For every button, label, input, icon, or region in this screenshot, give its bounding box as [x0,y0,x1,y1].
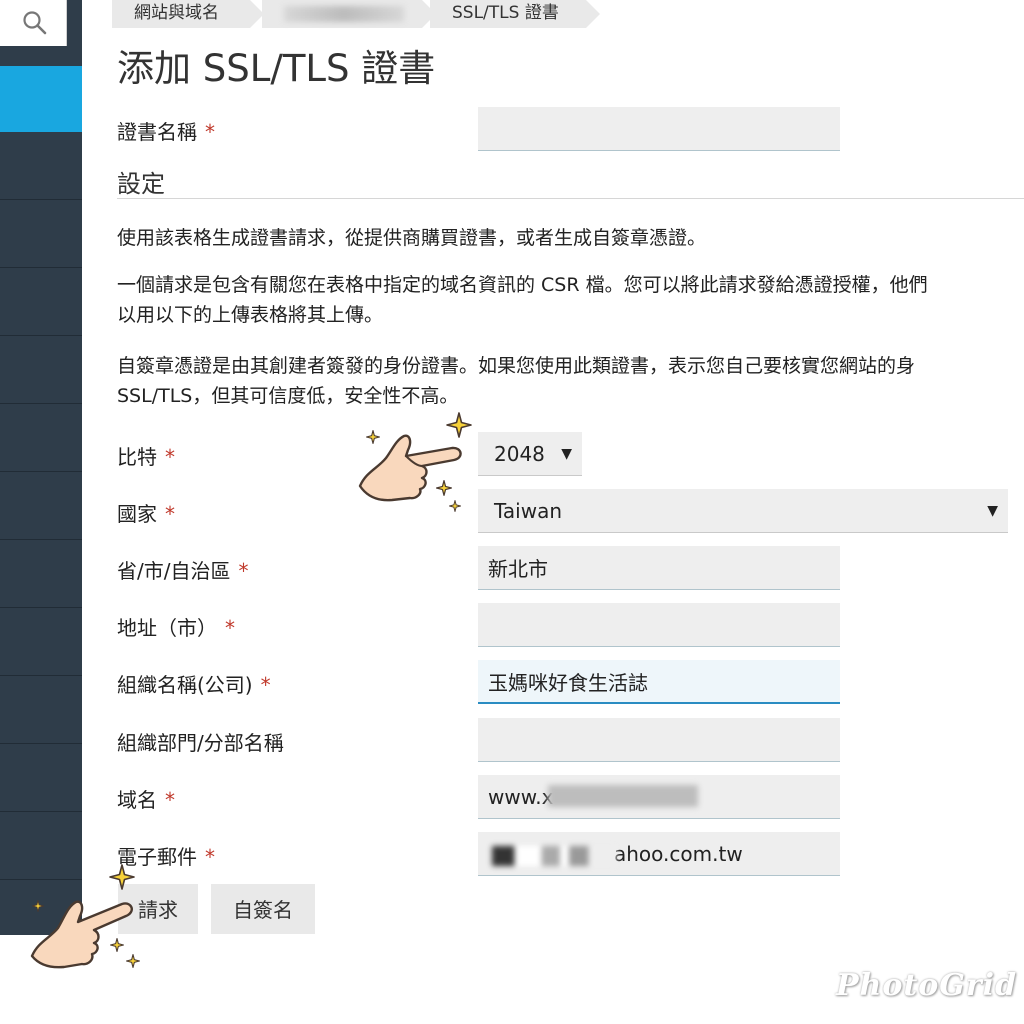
paragraph-line: SSL/TLS，但其可信度低，安全性不高。 [117,385,459,407]
label-text: 地址（市） [117,616,217,640]
self-sign-button[interactable]: 自簽名 [211,884,315,934]
paragraph-line: 一個請求是包含有關您在表格中指定的域名資訊的 CSR 檔。您可以將此請求發給憑證… [117,274,928,296]
sparkle-icon [109,864,135,890]
country-selected-value: Taiwan [494,499,563,523]
sidebar-item[interactable] [0,540,82,608]
settings-heading: 設定 [117,170,165,198]
country-select[interactable]: Taiwan ▼ [478,489,1008,533]
photogrid-watermark: PhotoGrid [836,968,1018,1003]
sparkle-icon [436,480,452,496]
bits-selected-value: 2048 [494,442,545,466]
label-text: 組織名稱(公司) [117,673,253,697]
paragraph-line: 以用以下的上傳表格將其上傳。 [117,304,384,326]
dropdown-arrow-icon: ▼ [987,503,998,519]
redacted-domain [548,785,698,807]
required-mark: * [165,788,175,812]
info-paragraph-1: 使用該表格生成證書請求，從提供商購買證書，或者生成自簽章憑證。 [117,223,706,253]
sparkle-icon [449,500,461,512]
province-label: 省/市/自治區 * [117,555,248,584]
certificate-name-label: 證書名稱 * [117,116,215,145]
bits-select[interactable]: 2048 ▼ [478,432,582,476]
label-text: 省/市/自治區 [117,559,231,583]
city-label: 地址（市） * [117,612,235,641]
required-mark: * [238,559,249,583]
label-text: 國家 [117,502,157,526]
label-text: 比特 [117,445,157,469]
paragraph-line: 使用該表格生成證書請求，從提供商購買證書，或者生成自簽章憑證。 [117,227,707,249]
sidebar-item[interactable] [0,472,82,540]
redacted-domain [284,6,404,22]
page-title: 添加 SSL/TLS 證書 [117,47,436,90]
sidebar-item[interactable] [0,676,82,744]
sidebar-item-active[interactable] [0,66,82,132]
sparkle-icon [366,430,380,444]
breadcrumb-domain[interactable] [262,0,436,28]
label-text: 域名 [117,788,157,812]
info-paragraph-3: 自簽章憑證是由其創建者簽發的身份證書。如果您使用此類證書，表示您自己要核實您網站… [117,351,915,411]
required-mark: * [165,445,175,469]
sidebar-item[interactable] [0,336,82,404]
breadcrumb-label: 網站與域名 [134,3,219,23]
domain-label: 域名 * [117,784,175,813]
sparkle-icon [446,412,472,438]
country-label: 國家 * [117,498,175,527]
organization-label: 組織名稱(公司) * [117,669,271,698]
sidebar-item[interactable] [0,812,82,880]
required-mark: * [205,845,215,869]
sidebar-item[interactable] [0,132,82,200]
dropdown-arrow-icon: ▼ [561,446,572,462]
label-text: 組織部門/分部名稱 [117,731,284,755]
info-paragraph-2: 一個請求是包含有關您在表格中指定的域名資訊的 CSR 檔。您可以將此請求發給憑證… [117,270,928,330]
sidebar-item[interactable] [0,744,82,812]
breadcrumb-label: SSL/TLS 證書 [452,3,559,23]
section-divider [117,198,1024,199]
required-mark: * [260,673,271,697]
redacted-email [492,846,616,866]
label-text: 證書名稱 [117,120,197,144]
sidebar-item[interactable] [0,404,82,472]
sidebar [0,0,82,935]
search-icon [23,11,47,35]
paragraph-line: 自簽章憑證是由其創建者簽發的身份證書。如果您使用此類證書，表示您自己要核實您網站… [117,355,916,377]
required-mark: * [205,120,215,144]
required-mark: * [225,616,235,640]
organization-input[interactable] [478,660,840,704]
city-input[interactable] [478,603,840,647]
sparkle-icon [126,954,140,968]
department-input[interactable] [478,718,840,762]
province-input[interactable] [478,546,840,590]
sidebar-search-button[interactable] [0,0,67,46]
breadcrumb-ssl-tls[interactable]: SSL/TLS 證書 [430,0,600,28]
pointing-hand-icon [30,900,133,969]
sparkle-icon [110,938,124,952]
certificate-name-input[interactable] [478,107,840,151]
breadcrumb-websites-domains[interactable]: 網站與域名 [112,0,264,28]
required-mark: * [165,502,175,526]
department-label: 組織部門/分部名稱 [117,727,284,756]
sidebar-item[interactable] [0,268,82,336]
sparkle-icon [32,900,44,912]
sidebar-item[interactable] [0,200,82,268]
bits-label: 比特 * [117,441,175,470]
sidebar-item[interactable] [0,608,82,676]
